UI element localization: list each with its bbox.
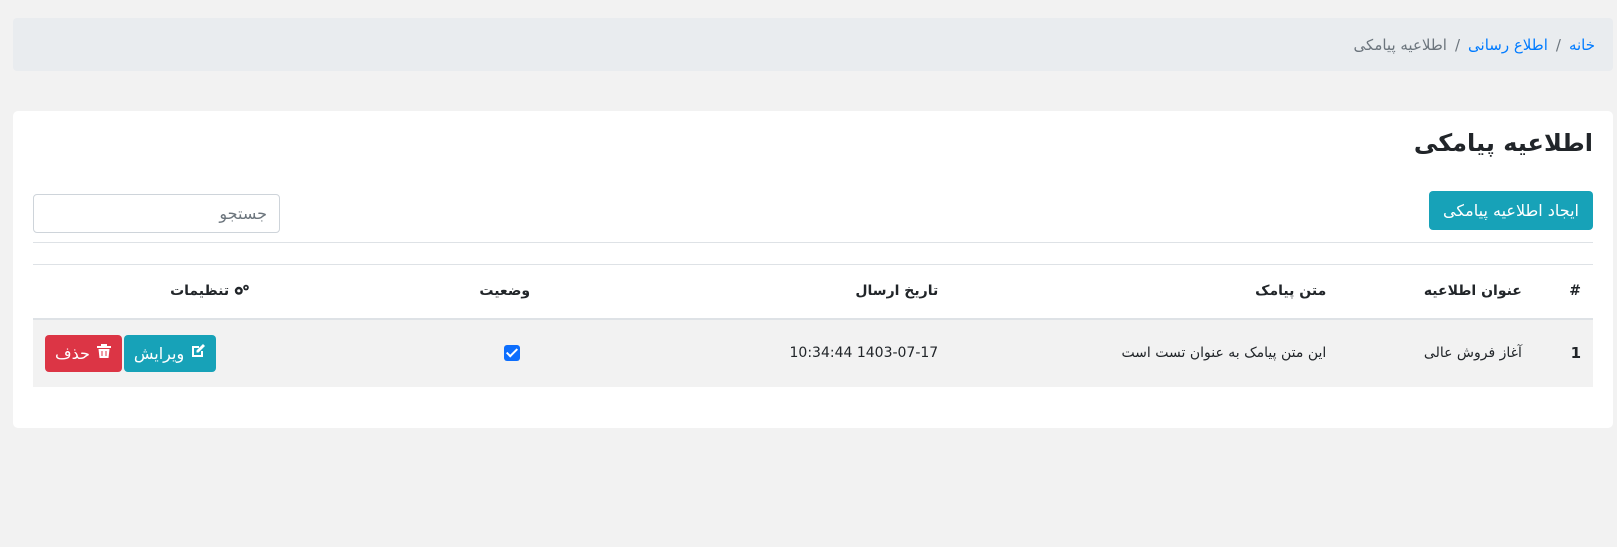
edit-icon	[190, 343, 206, 363]
table-row: 1 آغاز فروش عالی این متن پیامک به عنوان …	[33, 318, 1593, 387]
edit-button[interactable]: ویرایش	[123, 334, 217, 372]
breadcrumb: خانه / اطلاع رسانی / اطلاعیه پیامکی	[13, 18, 1613, 71]
create-sms-notice-button[interactable]: ایجاد اطلاعیه پیامکی	[1429, 191, 1593, 230]
page-title: اطلاعیه پیامکی	[1413, 129, 1593, 157]
gears-icon	[229, 283, 250, 299]
row-title: آغاز فروش عالی	[1423, 345, 1522, 361]
breadcrumb-separator: /	[1454, 35, 1461, 54]
sms-notices-table: # عنوان اطلاعیه متن پیامک تاریخ ارسال وض…	[33, 264, 1593, 387]
row-text: این متن پیامک به عنوان تست است	[1121, 345, 1327, 361]
breadcrumb-separator: /	[1555, 35, 1561, 54]
breadcrumb-section-link[interactable]: اطلاع رسانی	[1468, 36, 1548, 54]
delete-button[interactable]: حذف	[45, 334, 122, 372]
row-date: 1403-07-17 10:34:44	[789, 345, 939, 361]
content-card: اطلاعیه پیامکی ایجاد اطلاعیه پیامکی # عن…	[13, 111, 1613, 428]
row-status	[250, 319, 542, 387]
breadcrumb-current: اطلاعیه پیامکی	[1353, 35, 1447, 54]
edit-button-label: ویرایش	[133, 343, 185, 363]
table-header-row: # عنوان اطلاعیه متن پیامک تاریخ ارسال وض…	[33, 264, 1593, 319]
column-header-status: وضعیت	[479, 283, 531, 300]
trash-icon	[96, 343, 112, 363]
delete-button-label: حذف	[55, 343, 90, 363]
column-header-settings: تنظیمات	[33, 265, 250, 319]
breadcrumb-home-link[interactable]: خانه	[1569, 36, 1595, 54]
row-index: 1	[1570, 344, 1581, 362]
divider	[33, 242, 1593, 243]
column-header-settings-label: تنظیمات	[170, 283, 230, 300]
column-header-date: تاریخ ارسال	[855, 283, 939, 300]
status-checkbox[interactable]	[504, 345, 521, 361]
column-header-title: عنوان اطلاعیه	[1423, 283, 1522, 300]
search-input[interactable]	[33, 194, 280, 233]
column-header-index: #	[1569, 283, 1581, 300]
row-actions: ویرایش حذف	[33, 319, 250, 387]
column-header-text: متن پیامک	[1255, 283, 1327, 300]
